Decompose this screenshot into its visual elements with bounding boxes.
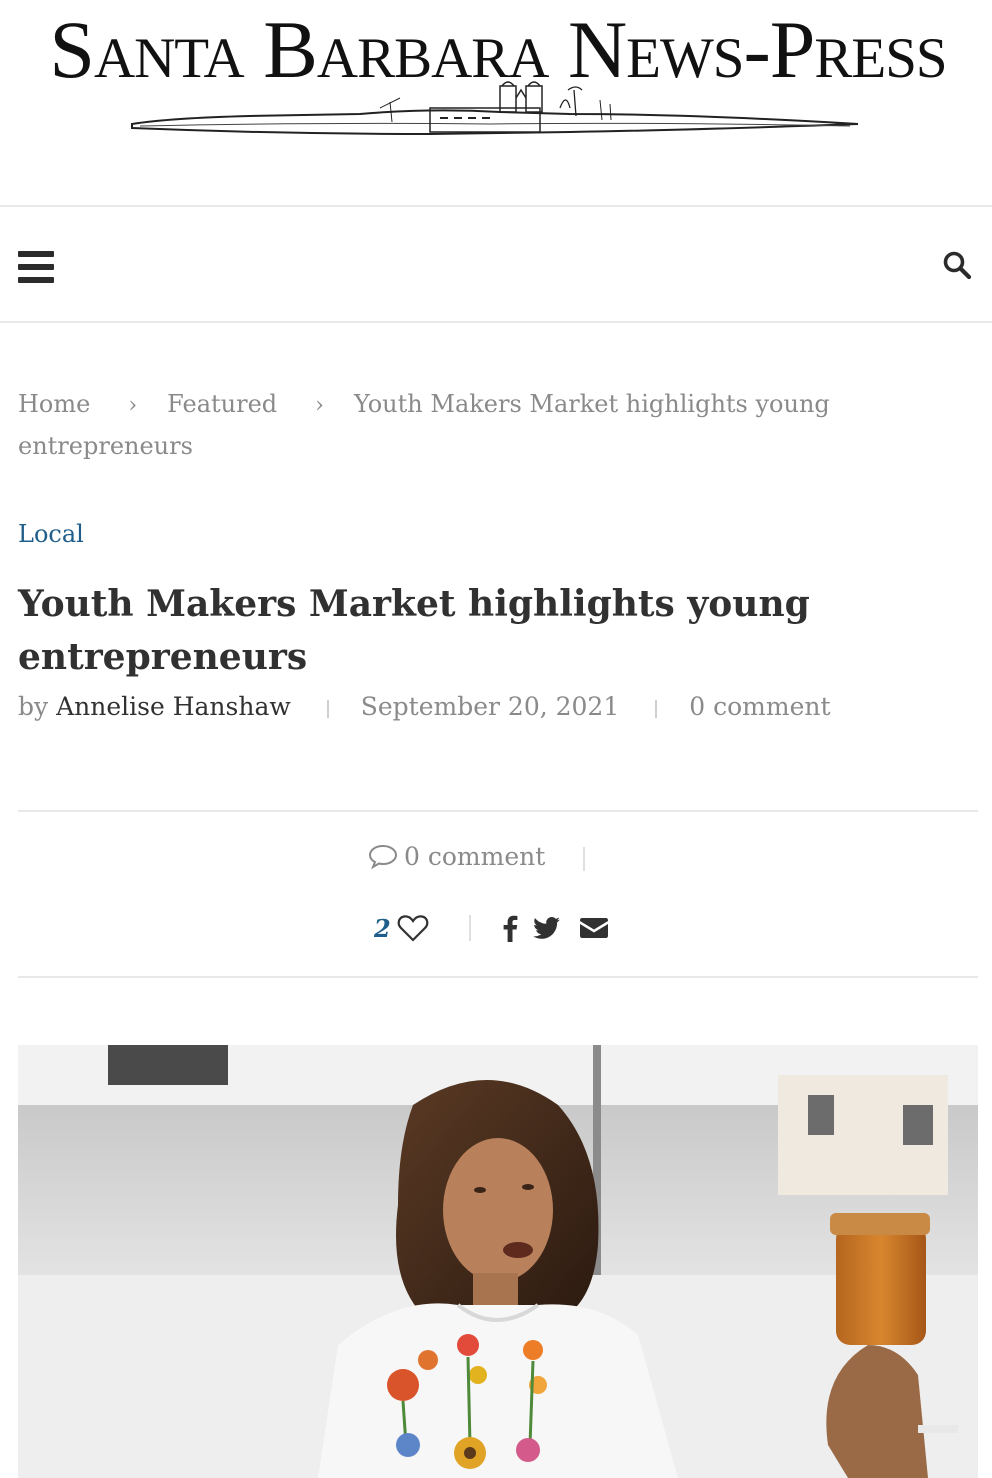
- facebook-icon[interactable]: [501, 914, 519, 942]
- featured-photo: [18, 1045, 978, 1478]
- mission-skyline-illustration: [131, 81, 859, 136]
- article-meta: by Annelise Hanshaw September 20, 2021 0 c…: [18, 692, 831, 721]
- meta-divider: [326, 699, 329, 718]
- chevron-right-icon: ›: [315, 393, 324, 418]
- twitter-icon[interactable]: [532, 916, 561, 940]
- breadcrumb-current: Youth Makers Market highlights young ent…: [18, 390, 830, 460]
- search-icon[interactable]: [942, 250, 972, 280]
- heart-icon[interactable]: [397, 914, 429, 942]
- article-title: Youth Makers Market highlights young ent…: [18, 583, 810, 678]
- share-divider: [468, 915, 471, 941]
- author-link[interactable]: Annelise Hanshaw: [56, 692, 291, 721]
- publish-date: September 20, 2021: [360, 692, 620, 721]
- email-icon[interactable]: [579, 916, 609, 940]
- share-divider: [583, 846, 586, 871]
- meta-divider: [655, 699, 658, 718]
- share-comment-label: 0 comment: [404, 842, 546, 871]
- category-link[interactable]: Local: [18, 520, 84, 548]
- comment-count-link[interactable]: 0 comment: [689, 692, 830, 721]
- share-row: 2: [374, 908, 609, 948]
- divider: [18, 810, 978, 812]
- by-label: by: [18, 692, 49, 721]
- hamburger-menu-icon[interactable]: [18, 251, 54, 283]
- breadcrumb-featured-link[interactable]: Featured: [167, 390, 277, 418]
- share-comment-link[interactable]: 0 comment: [368, 842, 586, 871]
- like-count: 2: [374, 913, 391, 943]
- masthead: Santa Barbara News-Press: [0, 0, 992, 207]
- comment-icon: [368, 844, 398, 870]
- chevron-right-icon: ›: [128, 393, 138, 418]
- divider: [18, 976, 978, 978]
- breadcrumb-home-link[interactable]: Home: [18, 390, 90, 418]
- main-navbar: [0, 207, 992, 323]
- breadcrumb: Home › Featured › Youth Makers Market highli…: [18, 384, 918, 466]
